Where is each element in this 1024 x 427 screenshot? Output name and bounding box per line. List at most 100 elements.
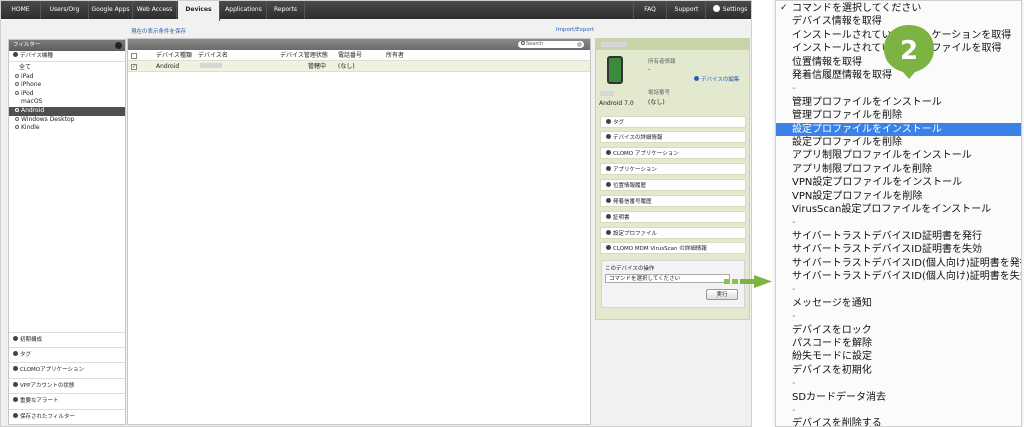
phone-value: (なし) [648, 99, 665, 106]
tab-applications[interactable]: Applications [221, 1, 267, 19]
row-status: 管轄中 [308, 63, 327, 70]
section-label: タグ [20, 352, 32, 359]
android-phone-icon [607, 56, 623, 84]
os-version: Android 7.0 [599, 100, 634, 107]
section-vpp-status[interactable]: VPPアカウントの状態 [9, 377, 125, 393]
filter-item-iphone[interactable]: iPhone [9, 81, 125, 90]
menu-item-remove-app-restriction[interactable]: アプリ制限プロファイルを削除 [776, 163, 1021, 177]
section-certificates[interactable]: 証明書 [600, 211, 746, 223]
collapse-icon[interactable] [115, 42, 122, 49]
filter-item-ipod[interactable]: iPod [9, 90, 125, 99]
command-select[interactable]: コマンドを選択してください [605, 274, 730, 283]
menu-item-remove-config-profile[interactable]: 設定プロファイルを削除 [776, 136, 1021, 150]
clomo-app-window: HOME Users/Org Google Apps Web Access De… [0, 0, 752, 427]
section-call-history[interactable]: 発着信番号履歴 [600, 195, 746, 207]
filter-item-windows-desktop[interactable]: Windows Desktop [9, 116, 125, 125]
section-location-history[interactable]: 位置情報履歴 [600, 179, 746, 191]
search-input[interactable]: Search [518, 41, 584, 48]
select-all-checkbox[interactable] [131, 53, 137, 59]
col-device-name[interactable]: デバイス名 [198, 50, 228, 61]
col-phone[interactable]: 電話番号 [338, 50, 362, 61]
device-model-section[interactable]: デバイス機種 [9, 51, 125, 62]
col-device-type[interactable]: デバイス種類 [156, 50, 192, 61]
menu-item-clear-passcode[interactable]: パスコードを解除 [776, 337, 1021, 351]
section-label: 証明書 [613, 215, 630, 221]
tab-users-org[interactable]: Users/Org [41, 1, 89, 19]
support-link[interactable]: Support [668, 1, 706, 19]
expand-icon [606, 198, 611, 203]
clear-icon[interactable] [577, 42, 582, 47]
filter-item-macos[interactable]: macOS [9, 98, 125, 107]
menu-item-notify-message[interactable]: メッセージを通知 [776, 297, 1021, 311]
row-checkbox[interactable]: ✓ [131, 64, 137, 70]
menu-item-lost-mode[interactable]: 紛失モードに設定 [776, 350, 1021, 364]
expand-icon [13, 52, 18, 57]
section-tag-detail[interactable]: タグ [600, 116, 746, 128]
settings-link[interactable]: Settings [707, 1, 751, 19]
import-export-link[interactable]: Import/Export [556, 27, 594, 33]
expand-icon [606, 182, 611, 187]
menu-separator: - [792, 83, 796, 95]
section-application[interactable]: アプリケーション [600, 163, 746, 175]
faq-link[interactable]: FAQ [633, 1, 667, 19]
section-label: 初期構成 [20, 336, 43, 343]
menu-item-issue-cybertrust-cert[interactable]: サイバートラストデバイスID証明書を発行 [776, 230, 1021, 244]
menu-item-revoke-personal-cert[interactable]: サイバートラストデバイスID(個人向け)証明書を失効 [776, 270, 1021, 284]
step-badge: 2 [884, 25, 934, 79]
section-device-details[interactable]: デバイスの詳細情報 [600, 131, 746, 143]
menu-item-install-virusscan-profile[interactable]: VirusScan設定プロファイルをインストール [776, 203, 1021, 217]
save-condition-link[interactable]: 現在の表示条件を保存 [131, 27, 186, 35]
filter-item-label: iPhone [21, 81, 42, 89]
menu-item-issue-personal-cert[interactable]: サイバートラストデバイスID(個人向け)証明書を発行 [776, 257, 1021, 271]
filter-item-kindle[interactable]: Kindle [9, 124, 125, 133]
menu-item-install-app-restriction[interactable]: アプリ制限プロファイルをインストール [776, 149, 1021, 163]
section-virusscan-details[interactable]: CLOMO MDM VirusScan の詳細情報 [600, 242, 746, 254]
tab-web-access[interactable]: Web Access [133, 1, 177, 19]
section-config-profiles[interactable]: 設定プロファイル [600, 227, 746, 239]
menu-item-remove-mgmt-profile[interactable]: 管理プロファイルを削除 [776, 109, 1021, 123]
section-label: 設定プロファイル [613, 231, 658, 237]
section-important-alerts[interactable]: 重要なアラート [9, 393, 125, 408]
device-model-label: デバイス機種 [20, 53, 53, 59]
section-tag[interactable]: タグ [9, 347, 125, 362]
tab-google-apps[interactable]: Google Apps [89, 1, 133, 19]
step-number: 2 [900, 36, 918, 66]
section-saved-filters[interactable]: 保存されたフィルター [9, 408, 125, 424]
section-clomo-apps[interactable]: CLOMOアプリケーション [9, 362, 125, 377]
col-owner[interactable]: 所有者 [386, 50, 404, 61]
filter-item-ipad[interactable]: iPad [9, 73, 125, 82]
col-management-status[interactable]: デバイス管理状態 [280, 50, 328, 61]
table-row[interactable]: ✓ Android 管轄中 (なし) [128, 61, 590, 72]
edit-device-link[interactable]: デバイスの編集 [694, 75, 739, 83]
run-button[interactable]: 実行 [706, 289, 738, 300]
filter-item-all[interactable]: 全て [9, 64, 125, 73]
menu-item-revoke-cybertrust-cert[interactable]: サイバートラストデバイスID証明書を失効 [776, 243, 1021, 257]
section-clomo-application[interactable]: CLOMO アプリケーション [600, 147, 746, 159]
menu-item-install-config-profile[interactable]: 設定プロファイルをインストール [776, 122, 1021, 137]
filter-item-label: iPad [21, 72, 34, 80]
tab-reports[interactable]: Reports [267, 1, 305, 19]
menu-item-remove-vpn-profile[interactable]: VPN設定プロファイルを削除 [776, 190, 1021, 204]
tab-home[interactable]: HOME [1, 1, 41, 19]
menu-item-install-vpn-profile[interactable]: VPN設定プロファイルをインストール [776, 176, 1021, 190]
menu-item-erase-sd-card[interactable]: SDカードデータ消去 [776, 391, 1021, 405]
expand-icon [606, 245, 611, 250]
menu-item-delete-device[interactable]: デバイスを削除する [776, 417, 1021, 426]
menu-separator: - [792, 311, 796, 323]
row-device-name [200, 61, 222, 72]
radio-icon [15, 125, 19, 130]
filter-item-android[interactable]: Android [9, 106, 125, 116]
expand-icon [13, 381, 18, 387]
row-phone: (なし) [338, 63, 355, 70]
menu-item-select-command[interactable]: ✓ コマンドを選択してください [776, 2, 1021, 16]
section-label: デバイスの詳細情報 [613, 135, 663, 141]
radio-icon [15, 107, 19, 112]
menu-item-wipe-device[interactable]: デバイスを初期化 [776, 364, 1021, 378]
row-device-type: Android [156, 63, 180, 70]
menu-item-install-mgmt-profile[interactable]: 管理プロファイルをインストール [776, 96, 1021, 110]
section-initial-config[interactable]: 初期構成 [9, 331, 125, 347]
section-label: アプリケーション [613, 167, 657, 173]
tab-devices[interactable]: Devices [178, 1, 220, 21]
menu-separator: - [792, 284, 796, 296]
menu-item-lock-device[interactable]: デバイスをロック [776, 324, 1021, 338]
